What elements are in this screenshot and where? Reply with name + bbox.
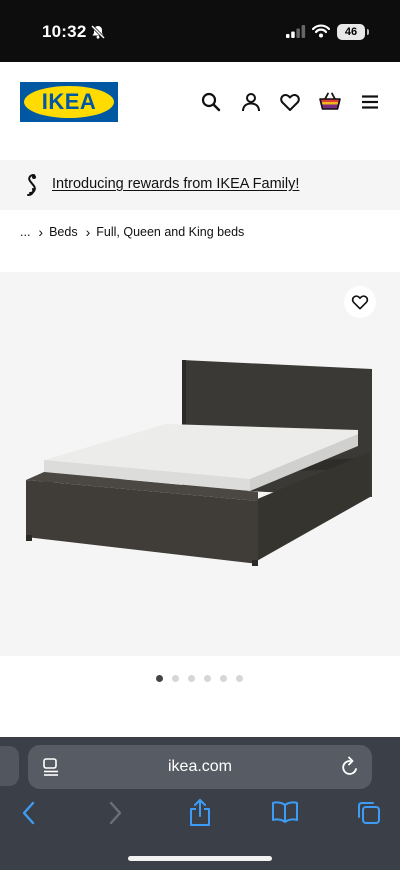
bookmarks-icon[interactable] <box>271 800 299 824</box>
battery-icon: 46 <box>337 24 369 40</box>
image-pagination <box>156 675 252 682</box>
reload-icon[interactable] <box>340 756 360 778</box>
breadcrumb: ... › Beds › Full, Queen and King beds <box>20 222 252 242</box>
promo-link[interactable]: Introducing rewards from IKEA Family! <box>52 176 299 192</box>
breadcrumb-beds[interactable]: Beds <box>49 225 78 239</box>
chevron-right-icon: › <box>38 224 44 240</box>
heart-icon <box>351 295 369 310</box>
tabs-icon[interactable] <box>356 800 382 826</box>
previous-tab-preview[interactable] <box>0 746 19 786</box>
browser-toolbar: ikea.com <box>0 737 400 870</box>
bed-image <box>26 360 372 566</box>
pagination-dot[interactable] <box>204 675 211 682</box>
forward-icon[interactable] <box>106 800 124 826</box>
share-icon[interactable] <box>188 798 212 828</box>
ikea-logo[interactable]: IKEA <box>20 82 118 122</box>
pagination-dot[interactable] <box>172 675 179 682</box>
url-text: ikea.com <box>167 758 233 775</box>
wifi-icon <box>312 24 330 38</box>
logo-text: IKEA <box>41 89 97 114</box>
pagination-dot[interactable] <box>188 675 195 682</box>
signal-icon <box>286 25 306 38</box>
chevron-right-icon: › <box>85 224 91 240</box>
promo-banner[interactable]: Introducing rewards from IKEA Family! <box>0 160 400 210</box>
rewards-icon <box>27 174 36 196</box>
menu-icon[interactable] <box>358 90 382 114</box>
shopping-bag-icon[interactable] <box>318 90 342 114</box>
favorite-button[interactable] <box>344 286 376 318</box>
status-time: 10:32 <box>42 22 87 41</box>
site-header: IKEA <box>0 62 400 160</box>
account-icon[interactable] <box>239 90 263 114</box>
home-indicator[interactable] <box>128 856 272 861</box>
back-icon[interactable] <box>20 800 38 826</box>
address-bar[interactable]: ikea.com <box>28 745 372 789</box>
heart-icon[interactable] <box>278 90 302 114</box>
bell-slash-icon <box>90 24 106 40</box>
pagination-dot[interactable] <box>236 675 243 682</box>
status-bar: 10:32 46 <box>0 0 400 62</box>
search-icon[interactable] <box>199 90 223 114</box>
pagination-dot[interactable] <box>220 675 227 682</box>
pagination-dot[interactable] <box>156 675 163 682</box>
breadcrumb-full-queen-king[interactable]: Full, Queen and King beds <box>96 225 244 239</box>
breadcrumb-ellipsis[interactable]: ... <box>20 225 30 239</box>
